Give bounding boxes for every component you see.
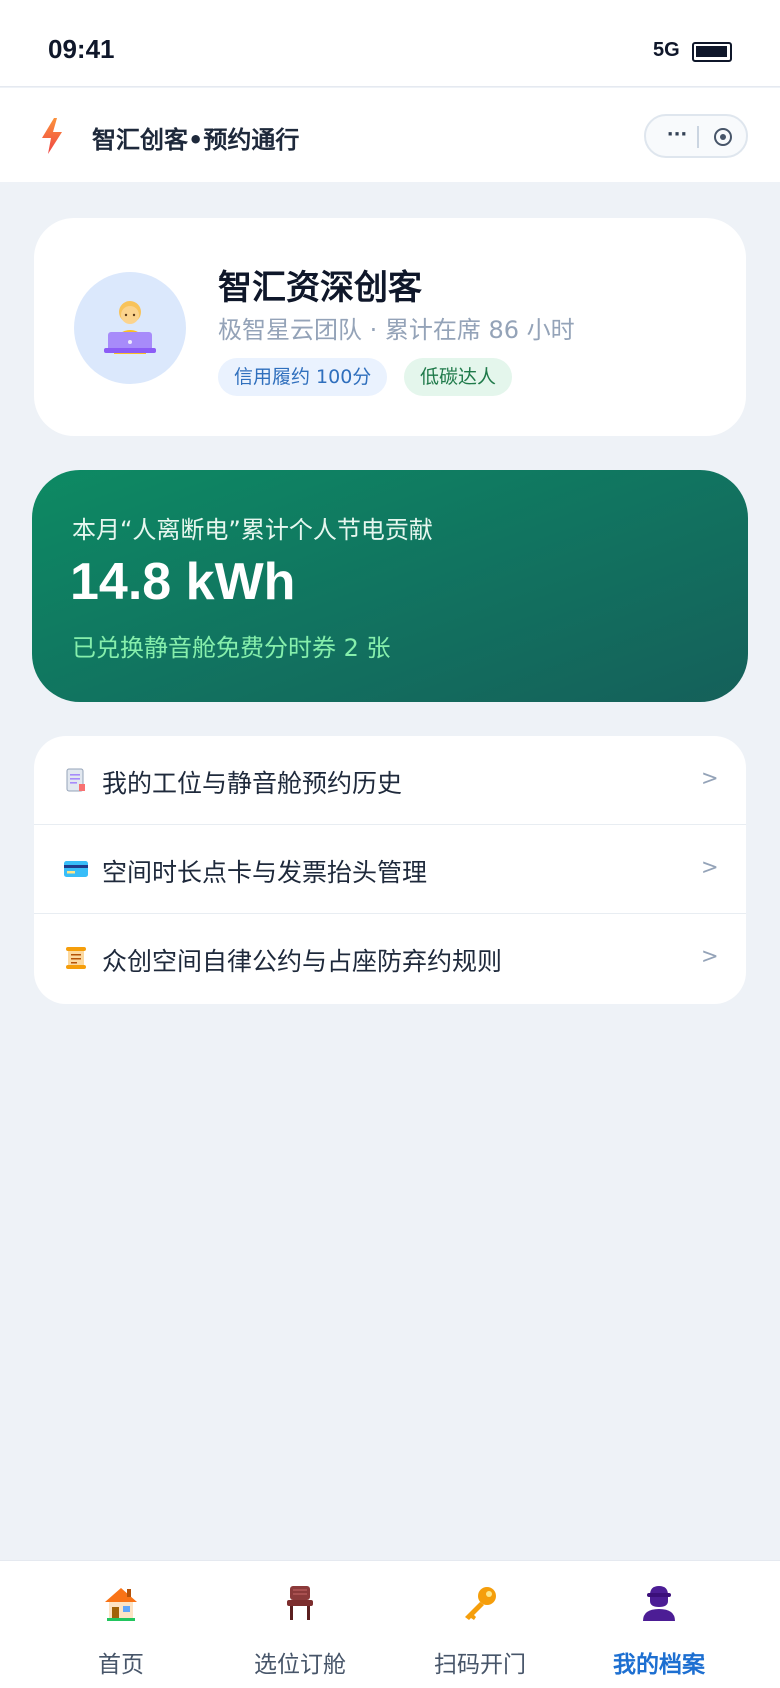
tab-label: 扫码开门 <box>434 1652 526 1678</box>
menu-item-card-invoice[interactable]: 空间时长点卡与发票抬头管理 > <box>34 825 746 914</box>
tab-bar: 首页 选位订舱 扫码开门 我的档案 <box>0 1560 780 1688</box>
user-silhouette-icon <box>643 1586 675 1621</box>
menu-label: 我的工位与静音舱预约历史 <box>102 769 403 798</box>
app-header: 智汇创客•预约通行 ··· <box>0 88 780 182</box>
chevron-right-icon: > <box>701 944 719 968</box>
status-time: 09:41 <box>48 34 115 64</box>
tab-scan-door[interactable]: 扫码开门 <box>390 1561 570 1688</box>
credit-card-icon <box>64 861 88 877</box>
lightning-icon <box>42 118 62 154</box>
credit-badge: 信用履约 100分 <box>218 358 388 396</box>
chevron-right-icon: > <box>701 766 719 790</box>
energy-note: 已兑换静音舱免费分时券 2 张 <box>72 634 391 662</box>
profile-name: 智汇资深创客 <box>218 268 422 308</box>
tab-label: 首页 <box>98 1652 144 1678</box>
menu-label: 空间时长点卡与发票抬头管理 <box>102 858 428 887</box>
avatar[interactable] <box>74 272 186 384</box>
document-icon <box>66 768 85 792</box>
tab-seat-booking[interactable]: 选位订舱 <box>210 1561 390 1688</box>
more-button[interactable]: ··· <box>662 122 692 150</box>
menu-item-rules[interactable]: 众创空间自律公约与占座防弃约规则 > <box>34 914 746 1003</box>
capsule-divider <box>697 126 699 148</box>
tab-home[interactable]: 首页 <box>31 1561 211 1688</box>
menu-label: 众创空间自律公约与占座防弃约规则 <box>102 947 503 976</box>
status-bar: 09:41 5G <box>0 0 780 87</box>
battery-level <box>696 46 727 57</box>
person-laptop-icon <box>104 301 156 354</box>
tab-label: 选位订舱 <box>254 1652 346 1678</box>
energy-card: 本月“人离断电”累计个人节电贡献 14.8 kWh 已兑换静音舱免费分时券 2 … <box>32 470 748 702</box>
menu-item-booking-history[interactable]: 我的工位与静音舱预约历史 > <box>34 736 746 825</box>
mini-program-capsule: ··· <box>644 114 748 158</box>
scroll-icon <box>66 947 86 969</box>
house-icon <box>105 1588 137 1621</box>
app-title: 智汇创客•预约通行 <box>92 126 300 154</box>
menu-list: 我的工位与静音舱预约历史 > 空间时长点卡与发票抬头管理 > 众创空间自律公约与… <box>34 736 746 1004</box>
close-target-icon[interactable] <box>714 128 732 146</box>
profile-subtitle: 极智星云团队 · 累计在席 86 小时 <box>218 316 575 344</box>
chair-icon <box>287 1586 313 1620</box>
energy-value: 14.8 kWh <box>70 553 296 611</box>
battery-icon <box>692 42 732 62</box>
network-indicator: 5G <box>653 39 680 61</box>
key-icon <box>465 1587 496 1620</box>
tab-label: 我的档案 <box>613 1652 705 1678</box>
energy-label: 本月“人离断电”累计个人节电贡献 <box>72 516 433 544</box>
chevron-right-icon: > <box>701 855 719 879</box>
low-carbon-badge: 低碳达人 <box>404 358 513 396</box>
tab-my-profile[interactable]: 我的档案 <box>569 1561 749 1688</box>
profile-card: 智汇资深创客 极智星云团队 · 累计在席 86 小时 信用履约 100分 低碳达… <box>34 218 746 436</box>
